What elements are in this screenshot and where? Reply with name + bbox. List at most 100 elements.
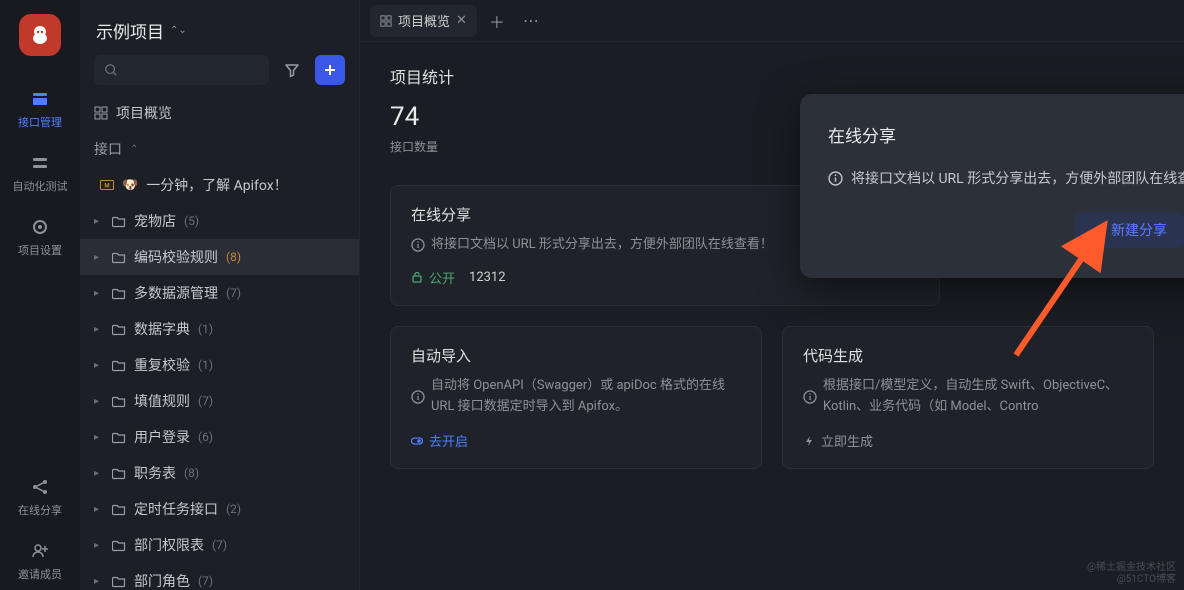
svg-text:M: M [104, 183, 109, 190]
chevron-right-icon: ▸ [94, 504, 104, 515]
sidebar-folder[interactable]: ▸职务表 (8) [80, 455, 359, 491]
folder-icon [112, 502, 126, 516]
project-name: 示例项目 [96, 18, 164, 43]
rail-item-share[interactable]: 在线分享 [0, 470, 80, 526]
publish-status: 公开 [411, 268, 455, 287]
sidebar-item-label: 接口 [94, 139, 122, 159]
rail-item-api[interactable]: 接口管理 [0, 82, 80, 138]
stats-title: 项目统计 [390, 64, 1154, 88]
folder-name: 数据字典 [134, 319, 190, 339]
sidebar-item-overview[interactable]: 项目概览 [80, 95, 359, 131]
tab-label: 项目概览 [398, 11, 450, 30]
switch-icon [411, 435, 423, 447]
chevron-updown-icon: ⌃⌄ [170, 25, 187, 36]
sidebar-folder[interactable]: ▸部门权限表 (7) [80, 527, 359, 563]
rail-label: 在线分享 [18, 502, 62, 518]
search-input[interactable] [94, 55, 269, 85]
rail-item-settings[interactable]: 项目设置 [0, 210, 80, 266]
chevron-right-icon: ▸ [94, 540, 104, 551]
sidebar-item-label: 一分钟，了解 Apifox！ [146, 175, 288, 195]
add-button[interactable] [315, 55, 345, 85]
folder-icon [112, 466, 126, 480]
card-desc: 根据接口/模型定义，自动生成 Swift、ObjectiveC、Kotlin、业… [823, 376, 1133, 418]
folder-count: (7) [198, 574, 213, 588]
rail-label: 项目设置 [18, 242, 62, 258]
rail-label: 自动化测试 [13, 178, 68, 194]
sidebar-folder[interactable]: ▸宠物店 (5) [80, 203, 359, 239]
filter-button[interactable] [277, 55, 307, 85]
rail-item-autotest[interactable]: 自动化测试 [0, 146, 80, 202]
info-icon [828, 171, 843, 186]
publish-name[interactable]: 12312 [469, 270, 506, 285]
sidebar-folder[interactable]: ▸多数据源管理 (7) [80, 275, 359, 311]
enable-button[interactable]: 去开启 [411, 431, 741, 450]
sidebar-folder[interactable]: ▸ 用户登录 (6) [80, 419, 359, 455]
folder-name: 用户登录 [134, 427, 190, 447]
chevron-right-icon: ▸ [94, 468, 104, 479]
rail-label: 接口管理 [18, 114, 62, 130]
sidebar-folder[interactable]: ▸编码校验规则 (8) [80, 239, 359, 275]
chevron-right-icon: ▸ [94, 432, 104, 443]
folder-icon [112, 214, 126, 228]
card-auto-import: 自动导入 自动将 OpenAPI（Swagger）或 apiDoc 格式的在线 … [390, 326, 762, 470]
generate-button[interactable]: 立即生成 [803, 431, 1133, 450]
folder-count: (7) [212, 538, 227, 552]
sidebar-item-intro[interactable]: M 🐶 一分钟，了解 Apifox！ [80, 167, 359, 203]
sidebar-folder[interactable]: ▸ 数据字典 (1) [80, 311, 359, 347]
project-switcher[interactable]: 示例项目 ⌃⌄ [80, 0, 359, 55]
tab-more-button[interactable]: ⋯ [517, 7, 545, 35]
folder-icon [112, 394, 126, 408]
chevron-right-icon: ▸ [94, 216, 104, 227]
info-icon [411, 390, 425, 404]
folder-icon [112, 430, 126, 444]
chevron-right-icon: ▸ [94, 576, 104, 587]
bolt-icon [803, 435, 815, 447]
folder-name: 部门角色 [134, 571, 190, 590]
test-icon [29, 152, 51, 174]
markdown-icon: M [100, 178, 114, 192]
folder-count: (1) [198, 358, 213, 372]
folder-name: 定时任务接口 [134, 499, 218, 519]
folder-count: (2) [226, 502, 241, 516]
sidebar-section-interface[interactable]: 接口 ⌃ [80, 131, 359, 167]
folder-count: (1) [198, 322, 213, 336]
folder-count: (8) [226, 250, 241, 264]
sidebar-folder[interactable]: ▸ 定时任务接口 (2) [80, 491, 359, 527]
folder-count: (7) [198, 394, 213, 408]
emoji-icon: 🐶 [122, 178, 138, 193]
sidebar-item-label: 项目概览 [116, 103, 172, 123]
nav-rail: 接口管理 自动化测试 项目设置 在线分享 邀请成员 [0, 0, 80, 590]
rail-item-invite[interactable]: 邀请成员 [0, 534, 80, 590]
chevron-right-icon: ▸ [94, 288, 104, 299]
card-code-gen: 代码生成 根据接口/模型定义，自动生成 Swift、ObjectiveC、Kot… [782, 326, 1154, 470]
share-modal: 在线分享 ✕ 将接口文档以 URL 形式分享出去，方便外部团队在线查看！ ＋ 新… [800, 94, 1184, 278]
new-share-button[interactable]: ＋ 新建分享 [1075, 212, 1184, 248]
folder-icon [112, 574, 126, 588]
share-icon [29, 476, 51, 498]
folder-count: (6) [198, 430, 213, 444]
chevron-right-icon: ▸ [94, 324, 104, 335]
sidebar-folder[interactable]: ▸ 部门角色 (7) [80, 563, 359, 590]
tab-overview[interactable]: 项目概览 ✕ [370, 5, 477, 37]
card-desc: 自动将 OpenAPI（Swagger）或 apiDoc 格式的在线 URL 接… [431, 376, 741, 418]
folder-icon [112, 286, 126, 300]
folder-name: 重复校验 [134, 355, 190, 375]
grid-icon [94, 106, 108, 120]
tab-add-button[interactable]: ＋ [483, 7, 511, 35]
folder-name: 编码校验规则 [134, 247, 218, 267]
folder-name: 多数据源管理 [134, 283, 218, 303]
sidebar-folder[interactable]: ▸重复校验 (1) [80, 347, 359, 383]
close-icon[interactable]: ✕ [456, 13, 467, 28]
card-desc: 将接口文档以 URL 形式分享出去，方便外部团队在线查看！ [431, 235, 773, 256]
sidebar-folder[interactable]: ▸填值规则 (7) [80, 383, 359, 419]
tab-bar: 项目概览 ✕ ＋ ⋯ [360, 0, 1184, 42]
folder-icon [112, 250, 126, 264]
folder-icon [112, 358, 126, 372]
app-logo[interactable] [19, 14, 61, 56]
settings-icon [29, 216, 51, 238]
folder-icon [112, 538, 126, 552]
invite-icon [29, 540, 51, 562]
rail-label: 邀请成员 [18, 566, 62, 582]
chevron-right-icon: ▸ [94, 396, 104, 407]
folder-name: 宠物店 [134, 211, 176, 231]
